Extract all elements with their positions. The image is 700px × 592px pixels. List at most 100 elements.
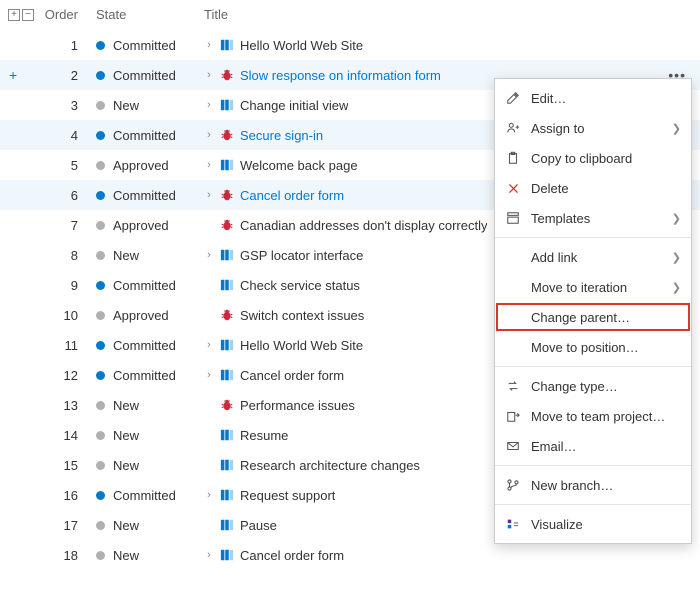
col-header-state[interactable]: State bbox=[96, 7, 204, 22]
menu-change-parent[interactable]: Change parent… bbox=[495, 302, 691, 332]
state-cell: Committed bbox=[96, 38, 204, 53]
work-item-title[interactable]: Secure sign-in bbox=[240, 128, 323, 143]
chevron-right-icon[interactable]: › bbox=[204, 339, 214, 351]
bug-icon bbox=[220, 68, 234, 82]
person-icon bbox=[505, 121, 521, 135]
backlog-item-icon bbox=[220, 98, 234, 112]
menu-move-project[interactable]: Move to team project… bbox=[495, 401, 691, 431]
work-item-title[interactable]: Cancel order form bbox=[240, 188, 344, 203]
menu-edit[interactable]: Edit… bbox=[495, 83, 691, 113]
state-dot-icon bbox=[96, 191, 105, 200]
menu-add-link[interactable]: Add link ❯ bbox=[495, 242, 691, 272]
chevron-right-icon[interactable]: › bbox=[204, 99, 214, 111]
chevron-right-icon[interactable]: › bbox=[204, 69, 214, 81]
column-headers: + − Order State Title bbox=[0, 0, 700, 30]
order-cell: 16 bbox=[44, 488, 96, 503]
bug-icon bbox=[220, 218, 234, 232]
state-dot-icon bbox=[96, 131, 105, 140]
menu-email[interactable]: Email… bbox=[495, 431, 691, 461]
state-dot-icon bbox=[96, 311, 105, 320]
menu-templates[interactable]: Templates ❯ bbox=[495, 203, 691, 233]
work-item-title[interactable]: Cancel order form bbox=[240, 368, 344, 383]
chevron-right-icon[interactable]: › bbox=[204, 549, 214, 561]
col-header-title[interactable]: Title bbox=[204, 7, 700, 22]
chevron-right-icon[interactable]: › bbox=[204, 249, 214, 261]
chevron-right-icon[interactable]: › bbox=[204, 489, 214, 501]
state-dot-icon bbox=[96, 551, 105, 560]
work-item-title[interactable]: Cancel order form bbox=[240, 548, 344, 563]
backlog-item-icon bbox=[220, 488, 234, 502]
state-dot-icon bbox=[96, 101, 105, 110]
menu-change-type[interactable]: Change type… bbox=[495, 371, 691, 401]
state-cell: New bbox=[96, 548, 204, 563]
work-item-title[interactable]: GSP locator interface bbox=[240, 248, 363, 263]
chevron-right-icon: ❯ bbox=[672, 212, 681, 225]
chevron-right-icon[interactable]: › bbox=[204, 189, 214, 201]
chevron-right-icon[interactable]: › bbox=[204, 129, 214, 141]
title-cell: ›Hello World Web Site••• bbox=[204, 37, 700, 53]
order-cell: 18 bbox=[44, 548, 96, 563]
backlog-item-icon bbox=[220, 248, 234, 262]
work-item-title[interactable]: Welcome back page bbox=[240, 158, 358, 173]
collapse-all-icon[interactable]: − bbox=[22, 9, 34, 21]
work-item-title[interactable]: Switch context issues bbox=[240, 308, 364, 323]
chevron-right-icon[interactable]: › bbox=[204, 159, 214, 171]
menu-delete[interactable]: Delete bbox=[495, 173, 691, 203]
order-cell: 4 bbox=[44, 128, 96, 143]
order-cell: 5 bbox=[44, 158, 96, 173]
table-row[interactable]: 18New›Cancel order form••• bbox=[0, 540, 700, 570]
menu-move-iteration[interactable]: Move to iteration ❯ bbox=[495, 272, 691, 302]
state-dot-icon bbox=[96, 281, 105, 290]
backlog-item-icon bbox=[220, 158, 234, 172]
state-cell: Committed bbox=[96, 68, 204, 83]
work-item-title[interactable]: Slow response on information form bbox=[240, 68, 441, 83]
work-item-title[interactable]: Hello World Web Site bbox=[240, 38, 363, 53]
order-cell: 12 bbox=[44, 368, 96, 383]
order-cell: 13 bbox=[44, 398, 96, 413]
order-cell: 15 bbox=[44, 458, 96, 473]
state-cell: Committed bbox=[96, 188, 204, 203]
state-cell: New bbox=[96, 428, 204, 443]
work-item-title[interactable]: Research architecture changes bbox=[240, 458, 420, 473]
order-cell: 17 bbox=[44, 518, 96, 533]
state-dot-icon bbox=[96, 161, 105, 170]
title-cell: ›Cancel order form••• bbox=[204, 547, 700, 563]
state-dot-icon bbox=[96, 401, 105, 410]
state-dot-icon bbox=[96, 491, 105, 500]
backlog-item-icon bbox=[220, 368, 234, 382]
state-dot-icon bbox=[96, 71, 105, 80]
col-header-order[interactable]: Order bbox=[44, 7, 96, 22]
state-cell: Approved bbox=[96, 158, 204, 173]
work-item-title[interactable]: Hello World Web Site bbox=[240, 338, 363, 353]
pencil-icon bbox=[505, 91, 521, 105]
work-item-title[interactable]: Canadian addresses don't display correct… bbox=[240, 218, 487, 233]
work-item-title[interactable]: Performance issues bbox=[240, 398, 355, 413]
chevron-right-icon[interactable]: › bbox=[204, 369, 214, 381]
backlog-item-icon bbox=[220, 548, 234, 562]
branch-icon bbox=[505, 478, 521, 492]
work-item-title[interactable]: Request support bbox=[240, 488, 335, 503]
work-item-title[interactable]: Change initial view bbox=[240, 98, 348, 113]
work-item-title[interactable]: Pause bbox=[240, 518, 277, 533]
order-cell: 1 bbox=[44, 38, 96, 53]
backlog-item-icon bbox=[220, 518, 234, 532]
work-item-title[interactable]: Check service status bbox=[240, 278, 360, 293]
menu-separator bbox=[495, 237, 691, 238]
add-item-icon[interactable]: + bbox=[0, 67, 44, 83]
chevron-right-icon[interactable]: › bbox=[204, 39, 214, 51]
state-dot-icon bbox=[96, 521, 105, 530]
mail-icon bbox=[505, 439, 521, 453]
state-cell: Committed bbox=[96, 488, 204, 503]
menu-assign-to[interactable]: Assign to ❯ bbox=[495, 113, 691, 143]
menu-separator bbox=[495, 465, 691, 466]
order-cell: 9 bbox=[44, 278, 96, 293]
menu-visualize[interactable]: Visualize bbox=[495, 509, 691, 539]
menu-new-branch[interactable]: New branch… bbox=[495, 470, 691, 500]
state-cell: New bbox=[96, 398, 204, 413]
work-item-title[interactable]: Resume bbox=[240, 428, 288, 443]
menu-separator bbox=[495, 366, 691, 367]
table-row[interactable]: 1Committed›Hello World Web Site••• bbox=[0, 30, 700, 60]
menu-copy[interactable]: Copy to clipboard bbox=[495, 143, 691, 173]
expand-all-icon[interactable]: + bbox=[8, 9, 20, 21]
menu-move-position[interactable]: Move to position… bbox=[495, 332, 691, 362]
